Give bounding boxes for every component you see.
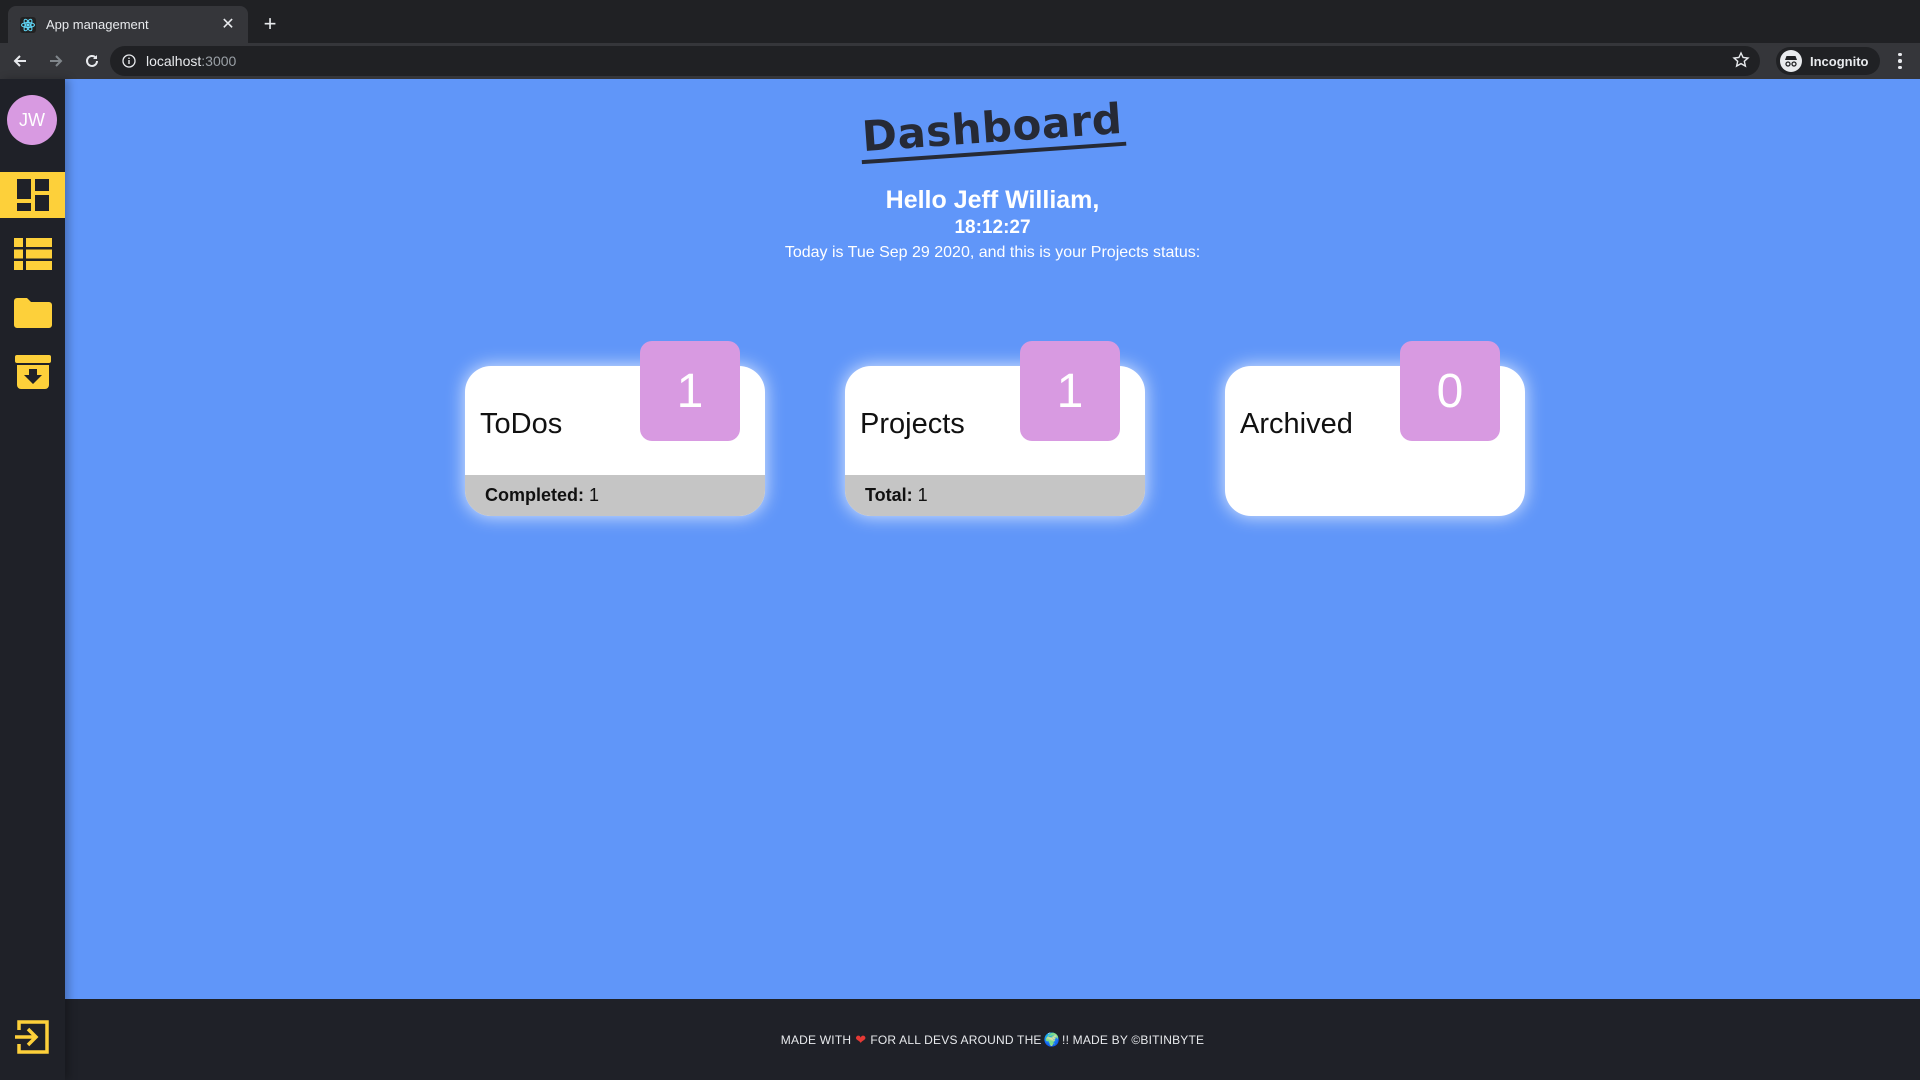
footer: MADE WITH ❤ FOR ALL DEVS AROUND THE 🌍 !!… bbox=[65, 999, 1920, 1080]
tab-close-icon[interactable]: ✕ bbox=[220, 16, 236, 33]
bookmark-star-icon[interactable] bbox=[1732, 51, 1750, 69]
reload-icon bbox=[86, 54, 98, 67]
sidebar-item-archived[interactable] bbox=[0, 349, 65, 395]
new-tab-button[interactable]: + bbox=[258, 12, 282, 36]
todos-count-badge: 1 bbox=[640, 341, 740, 441]
back-button[interactable] bbox=[4, 45, 36, 77]
archive-icon bbox=[14, 355, 51, 389]
back-arrow-icon bbox=[13, 55, 26, 67]
incognito-label: Incognito bbox=[1810, 53, 1869, 69]
forward-arrow-icon bbox=[50, 55, 63, 67]
incognito-badge[interactable]: Incognito bbox=[1776, 47, 1880, 75]
url-text: localhost:3000 bbox=[146, 53, 237, 69]
react-favicon-icon bbox=[20, 16, 36, 33]
clock-text: 18:12:27 bbox=[954, 217, 1031, 238]
logout-button[interactable] bbox=[13, 1018, 51, 1056]
browser-toolbar: localhost:3000 Incognito bbox=[0, 43, 1920, 79]
info-icon[interactable] bbox=[122, 54, 136, 68]
archived-count-badge: 0 bbox=[1400, 341, 1500, 441]
avatar[interactable]: JW bbox=[7, 95, 57, 145]
browser-tab-bar: App management ✕ + bbox=[0, 0, 1920, 43]
todos-card-footer: Completed: 1 bbox=[465, 475, 765, 516]
sidebar-item-todos[interactable] bbox=[0, 231, 65, 277]
reload-button[interactable] bbox=[76, 45, 108, 77]
footer-text-1: MADE WITH bbox=[780, 1032, 852, 1047]
folder-icon bbox=[13, 298, 52, 328]
projects-count-badge: 1 bbox=[1020, 341, 1120, 441]
dashboard-icon bbox=[16, 179, 49, 211]
today-status-text: Today is Tue Sep 29 2020, and this is yo… bbox=[784, 244, 1201, 261]
logout-icon bbox=[15, 1020, 49, 1054]
list-icon bbox=[13, 238, 52, 270]
total-value: 1 bbox=[917, 485, 928, 505]
globe-icon: 🌍 bbox=[1043, 1031, 1061, 1047]
page-title: Dashboard bbox=[858, 94, 1127, 165]
sidebar-item-dashboard[interactable] bbox=[0, 172, 65, 218]
projects-card-footer: Total: 1 bbox=[845, 475, 1145, 516]
incognito-icon bbox=[1780, 50, 1802, 72]
completed-value: 1 bbox=[589, 485, 600, 505]
forward-button[interactable] bbox=[40, 45, 72, 77]
projects-card-label: Projects bbox=[860, 408, 965, 440]
dashboard-main: Dashboard Hello Jeff William, 18:12:27 T… bbox=[65, 79, 1920, 999]
browser-tab[interactable]: App management ✕ bbox=[8, 6, 248, 43]
address-bar[interactable]: localhost:3000 bbox=[110, 46, 1760, 76]
footer-text-3: !! MADE BY ©BITINBYTE bbox=[1062, 1032, 1205, 1047]
sidebar: JW bbox=[0, 79, 65, 1080]
greeting-text: Hello Jeff William, bbox=[885, 186, 1100, 214]
footer-text-2: FOR ALL DEVS AROUND THE bbox=[870, 1032, 1042, 1047]
total-label: Total: bbox=[865, 485, 913, 505]
tab-title: App management bbox=[46, 17, 149, 32]
completed-label: Completed: bbox=[485, 485, 584, 505]
sidebar-item-projects[interactable] bbox=[0, 290, 65, 336]
browser-menu-icon[interactable] bbox=[1888, 49, 1912, 73]
app-container: JW Dashboard Hello Jeff William, 18:12:2… bbox=[0, 79, 1920, 1080]
heart-icon: ❤ bbox=[855, 1031, 867, 1047]
archived-card-label: Archived bbox=[1240, 408, 1353, 440]
todos-card-label: ToDos bbox=[480, 408, 563, 440]
